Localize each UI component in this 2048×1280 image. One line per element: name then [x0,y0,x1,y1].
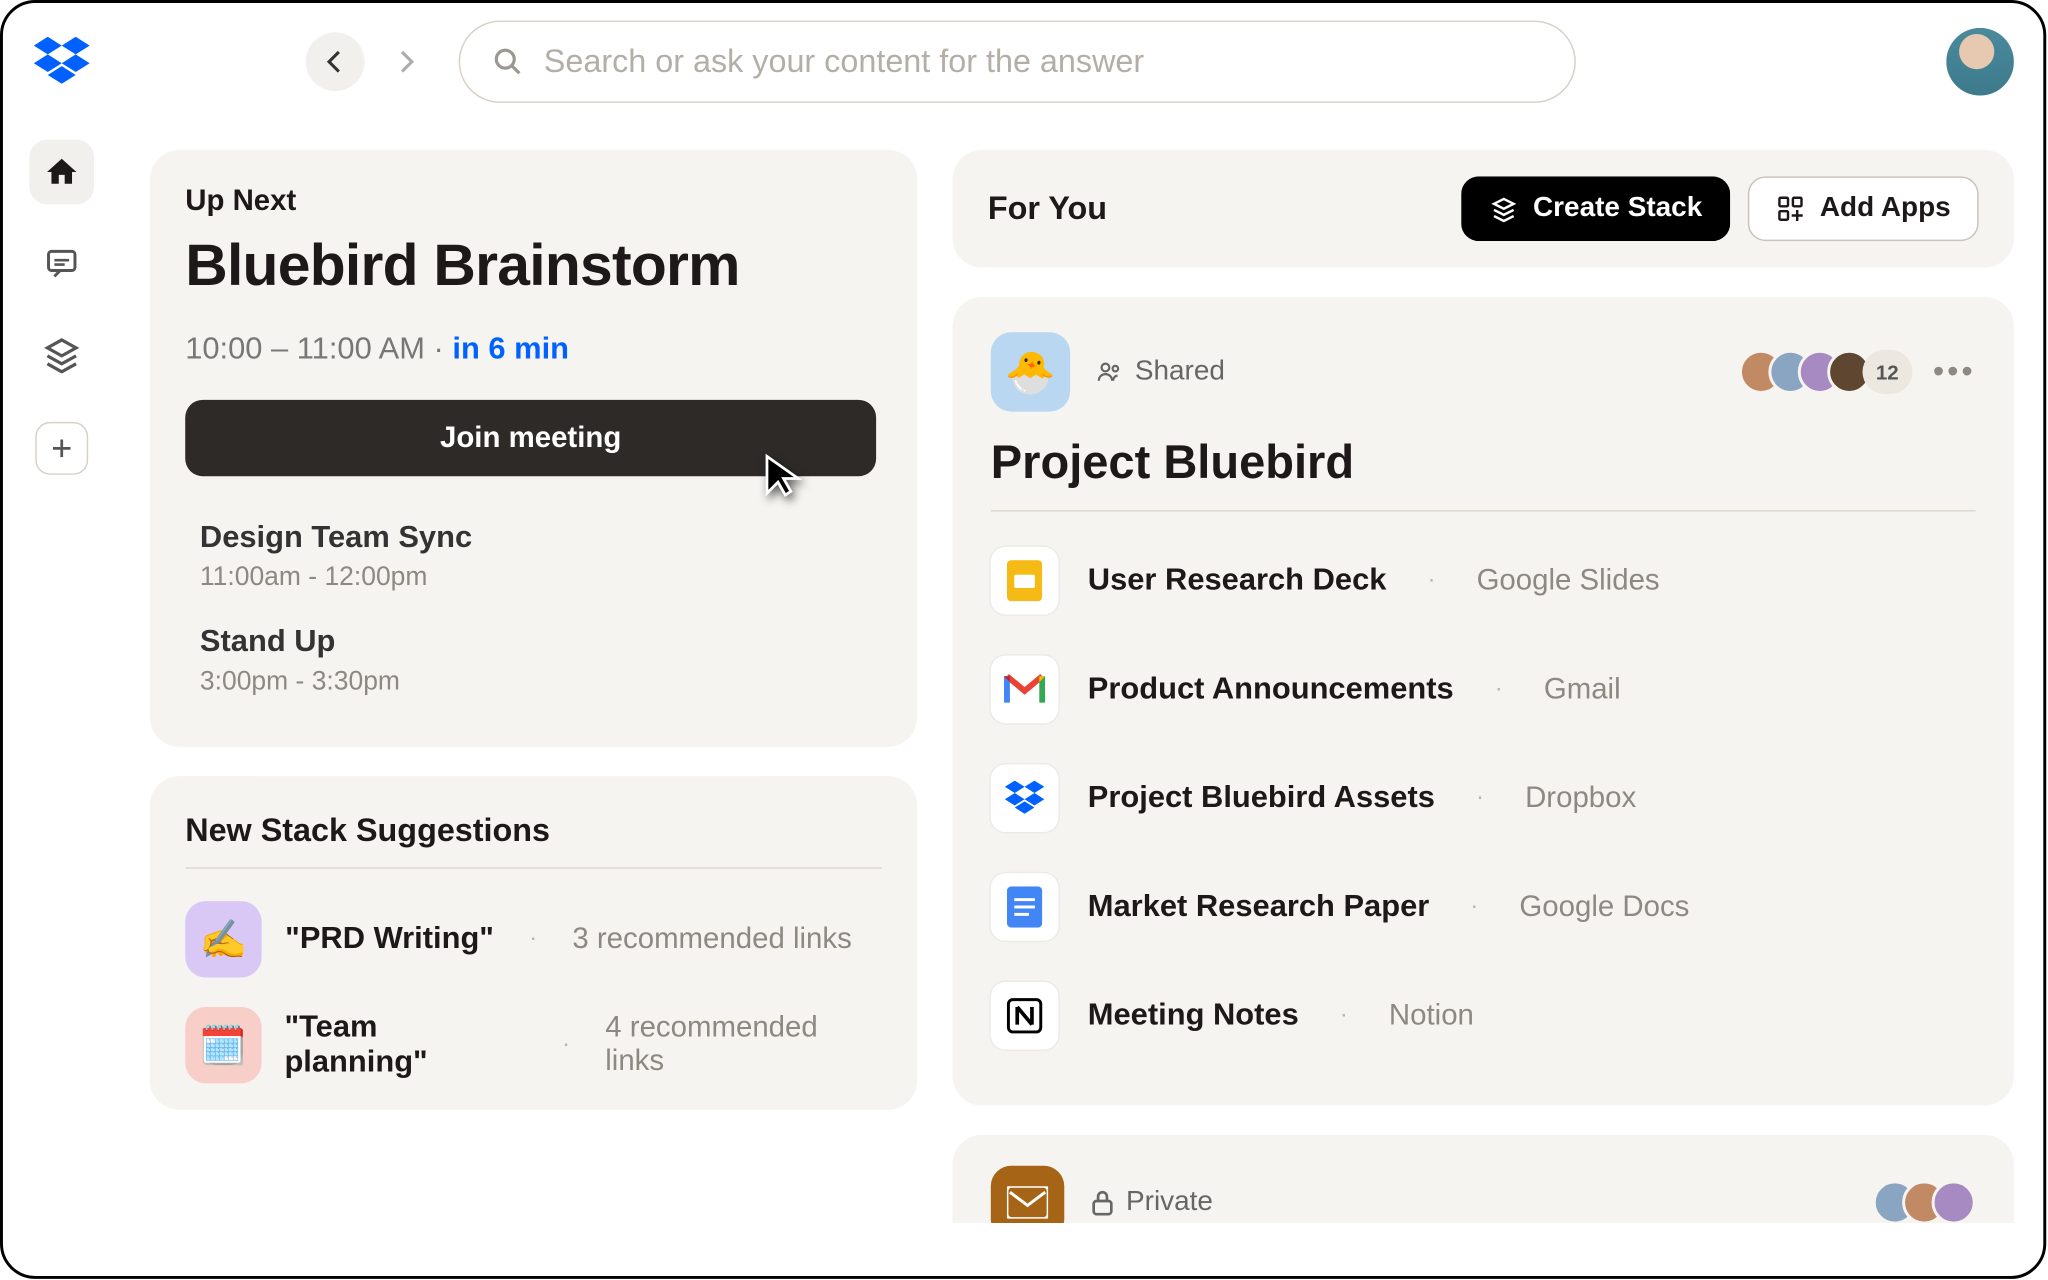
divider [185,867,882,868]
suggestion-count: 3 recommended links [572,922,851,956]
home-icon [44,154,79,189]
sidebar-home[interactable] [29,140,94,205]
search-input[interactable] [544,43,1542,81]
up-next-eta: in 6 min [452,332,569,366]
dropbox-icon [991,764,1059,832]
top-bar [3,3,2043,121]
lock-icon [1091,1189,1115,1215]
file-row[interactable]: Project Bluebird Assets·Dropbox [991,744,1976,853]
profile-avatar[interactable] [1946,28,2014,96]
member-avatars[interactable] [1887,1180,1975,1223]
apps-plus-icon [1776,194,1805,223]
create-stack-button[interactable]: Create Stack [1461,176,1730,241]
file-name: User Research Deck [1088,563,1387,598]
suggestions-heading: New Stack Suggestions [185,811,882,849]
stacks-icon [43,335,81,373]
sidebar [3,128,121,475]
gdocs-icon [991,873,1059,941]
up-next-card: Up Next Bluebird Brainstorm 10:00 – 11:0… [150,150,917,747]
stack-card: 🐣 Shared 12 [953,297,2014,1106]
gslides-icon [991,547,1059,615]
member-avatars[interactable]: 12 [1754,350,1913,394]
chat-icon [44,245,79,280]
stack-card: Private [953,1135,2014,1223]
file-row[interactable]: User Research Deck·Google Slides [991,526,1976,635]
stack-emoji [991,1166,1065,1223]
file-source: Gmail [1544,673,1621,707]
file-name: Meeting Notes [1088,998,1299,1033]
file-source: Notion [1389,999,1474,1033]
suggestion-name: "Team planning" [284,1010,526,1081]
forward-button[interactable] [376,32,435,91]
schedule-title: Design Team Sync [200,520,867,555]
plus-icon [49,435,75,461]
people-icon [1097,359,1123,385]
avatar [1932,1180,1976,1223]
suggestion-emoji: 🗓️ [185,1007,261,1083]
file-name: Market Research Paper [1088,889,1429,924]
nav-arrows [306,32,435,91]
file-row[interactable]: Product Announcements·Gmail [991,635,1976,744]
suggestion-item[interactable]: ✍️ "PRD Writing" · 3 recommended links [185,886,882,992]
file-row[interactable]: Market Research Paper·Google Docs [991,853,1976,962]
file-source: Google Slides [1477,564,1660,598]
up-next-title: Bluebird Brainstorm [185,234,882,300]
schedule-time: 3:00pm - 3:30pm [200,666,867,697]
search-icon [492,46,523,78]
file-name: Project Bluebird Assets [1088,781,1435,816]
file-row[interactable]: Meeting Notes·Notion [991,961,1976,1070]
up-next-time: 10:00 – 11:00 AM · in 6 min [185,332,882,367]
search-bar[interactable] [459,21,1576,103]
gmail-icon [991,656,1059,724]
suggestion-item[interactable]: 🗓️ "Team planning" · 4 recommended links [185,992,882,1098]
file-name: Product Announcements [1088,672,1454,707]
dropbox-logo[interactable] [32,32,91,91]
add-apps-button[interactable]: Add Apps [1748,176,1979,241]
suggestions-card: New Stack Suggestions ✍️ "PRD Writing" ·… [150,776,917,1110]
more-options[interactable]: ••• [1933,353,1976,391]
for-you-header: For You Create Stack Add Apps [953,150,2014,268]
stack-visibility: Private [1091,1186,1213,1218]
avatar-overflow: 12 [1862,350,1912,394]
cursor-icon [761,453,805,497]
back-button[interactable] [306,32,365,91]
for-you-heading: For You [988,190,1107,228]
schedule-time: 11:00am - 12:00pm [200,562,867,593]
stack-plus-icon [1489,194,1518,223]
stack-title: Project Bluebird [991,435,1976,489]
suggestion-emoji: ✍️ [185,901,261,977]
sidebar-add[interactable] [35,422,88,475]
file-source: Dropbox [1525,781,1636,815]
notion-icon [991,982,1059,1050]
suggestion-count: 4 recommended links [605,1011,882,1079]
stack-emoji: 🐣 [991,332,1070,411]
stack-visibility: Shared [1097,356,1225,388]
suggestion-name: "PRD Writing" [285,922,494,957]
envelope-icon [1007,1186,1048,1218]
sidebar-stacks[interactable] [29,322,94,387]
up-next-label: Up Next [185,185,882,219]
schedule-item[interactable]: Stand Up 3:00pm - 3:30pm [185,607,882,711]
schedule-title: Stand Up [200,625,867,660]
file-source: Google Docs [1519,890,1689,924]
sidebar-chat[interactable] [29,231,94,296]
divider [991,510,1976,511]
schedule-item[interactable]: Design Team Sync 11:00am - 12:00pm [185,503,882,607]
